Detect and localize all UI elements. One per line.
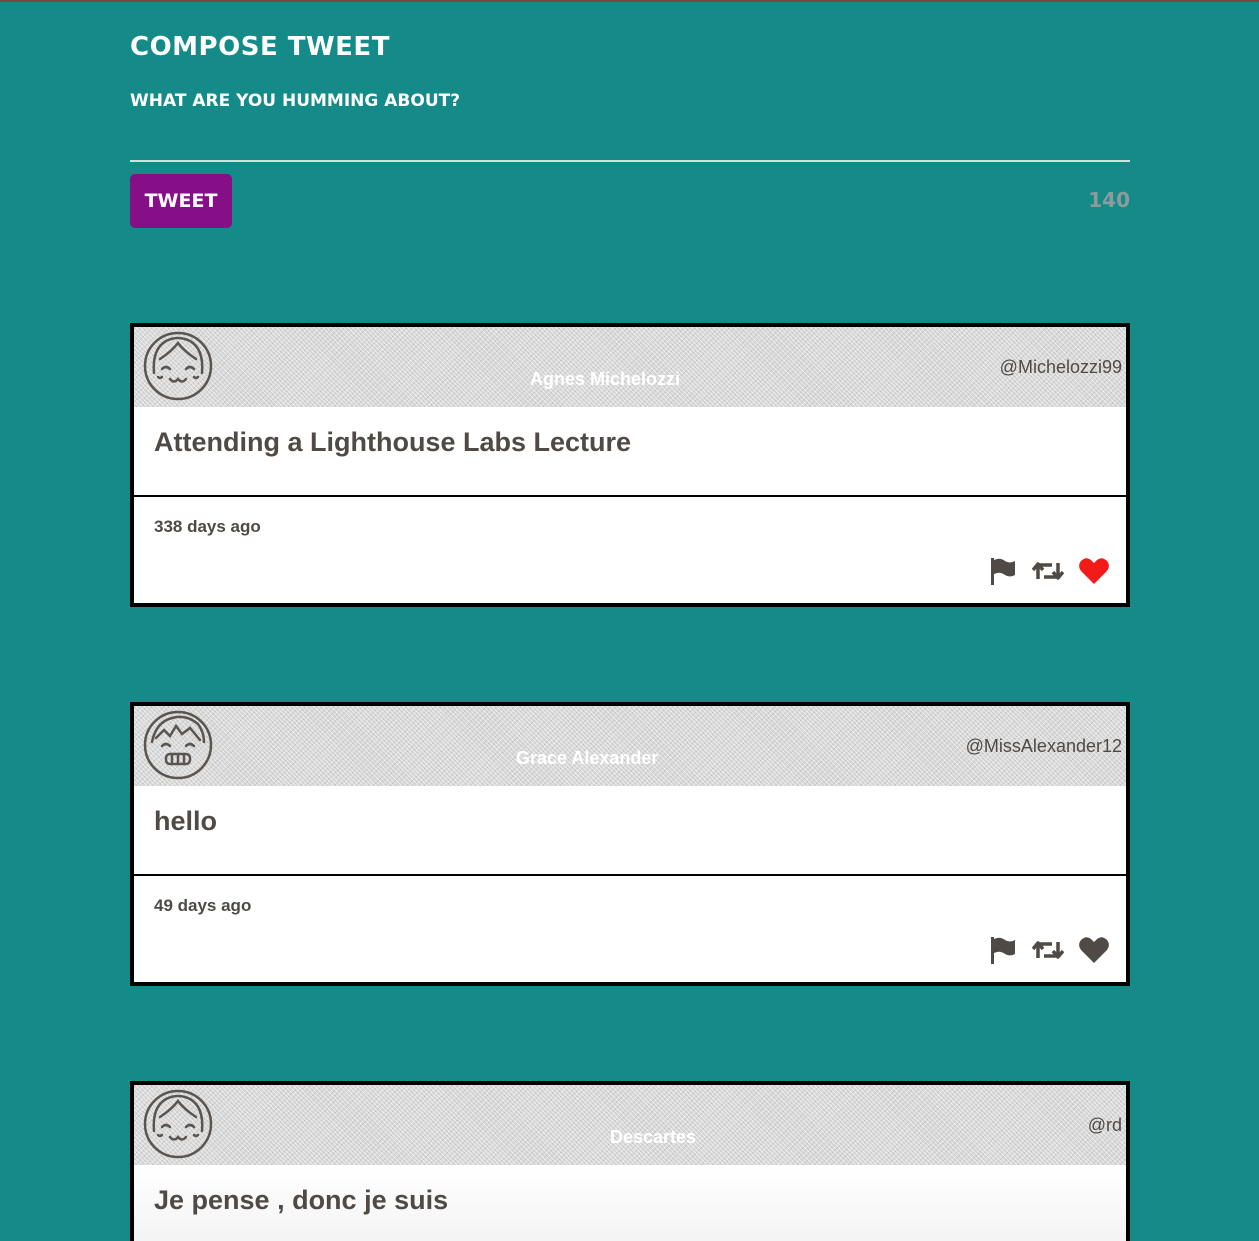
input-underline — [130, 160, 1130, 162]
tweet-footer: 49 days ago — [134, 876, 1126, 982]
tweet-header: Grace Alexander @MissAlexander12 — [134, 706, 1126, 786]
retweet-icon[interactable] — [1031, 555, 1065, 587]
flag-icon[interactable] — [986, 934, 1018, 966]
heart-icon[interactable] — [1078, 555, 1110, 587]
character-counter: 140 — [1088, 188, 1130, 212]
tweet-header: Descartes @rd — [134, 1085, 1126, 1165]
compose-title: Compose Tweet — [130, 32, 390, 62]
tweet-actions — [986, 934, 1110, 966]
user-handle: @Michelozzi99 — [999, 357, 1122, 377]
smiling-face-icon — [143, 1089, 213, 1159]
user-name: Agnes Michelozzi — [530, 369, 681, 389]
smiling-face-icon — [143, 331, 213, 401]
tweet-card: Grace Alexander @MissAlexander12 hello 4… — [130, 702, 1130, 986]
tweet-age: 49 days ago — [154, 896, 252, 915]
tweet-header: Agnes Michelozzi @Michelozzi99 — [134, 327, 1126, 407]
grinning-face-icon — [143, 710, 213, 780]
retweet-icon[interactable] — [1031, 934, 1065, 966]
tweet-card: Agnes Michelozzi @Michelozzi99 Attending… — [130, 323, 1130, 607]
tweet-button[interactable]: Tweet — [130, 174, 232, 228]
user-handle: @rd — [1087, 1115, 1122, 1135]
user-name: Grace Alexander — [516, 748, 659, 768]
tweet-actions — [986, 555, 1110, 587]
tweet-content: hello — [134, 786, 1126, 876]
flag-icon[interactable] — [986, 555, 1018, 587]
tweet-content: Attending a Lighthouse Labs Lecture — [134, 407, 1126, 497]
tweet-card: Descartes @rd Je pense , donc je suis — [130, 1081, 1130, 1241]
user-handle: @MissAlexander12 — [965, 736, 1122, 756]
tweet-age: 338 days ago — [154, 517, 261, 536]
user-name: Descartes — [610, 1127, 697, 1147]
heart-icon[interactable] — [1078, 934, 1110, 966]
tweet-content: Je pense , donc je suis — [134, 1165, 1126, 1241]
tweet-footer: 338 days ago — [134, 497, 1126, 603]
tweet-text-input[interactable]: What are you humming about? — [130, 91, 460, 111]
